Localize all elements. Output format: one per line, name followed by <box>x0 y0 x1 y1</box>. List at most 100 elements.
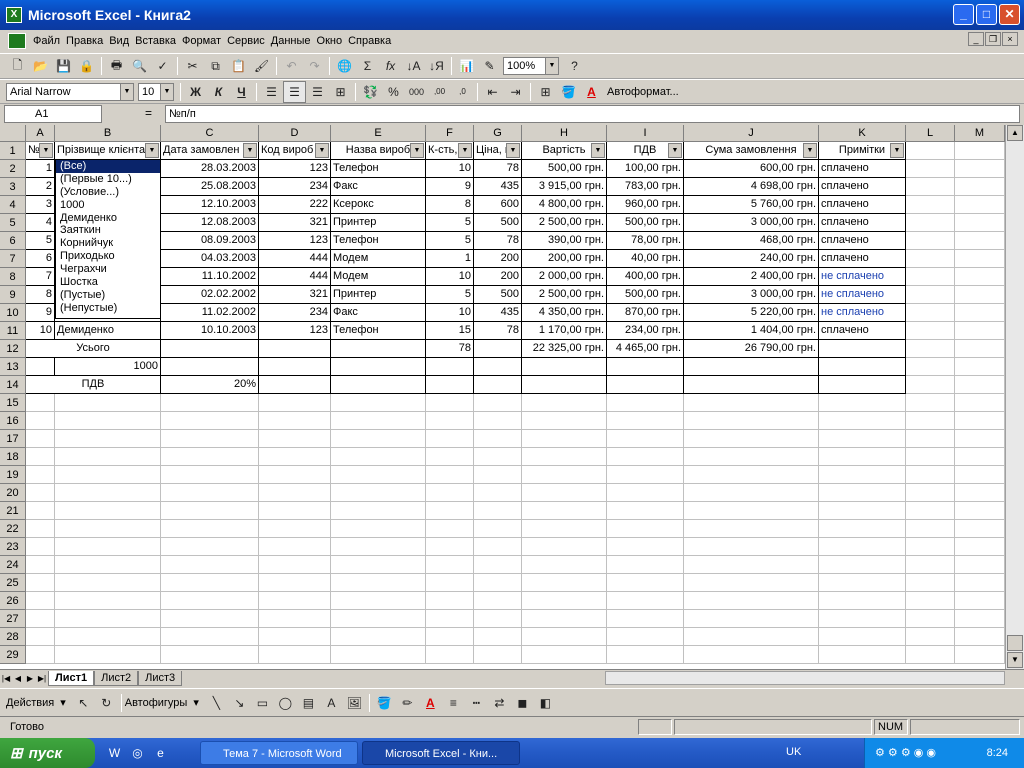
size-select[interactable]: 10 ▼ <box>138 82 174 101</box>
table-cell[interactable]: 435 <box>474 304 522 322</box>
table-cell[interactable]: 10 <box>426 304 474 322</box>
table-cell[interactable]: 100,00 грн. <box>607 160 684 178</box>
table-cell[interactable] <box>161 412 259 430</box>
table-cell[interactable] <box>161 520 259 538</box>
table-cell[interactable]: 78 <box>474 160 522 178</box>
ie-quicklaunch-icon[interactable]: e <box>149 742 172 764</box>
table-cell[interactable] <box>474 520 522 538</box>
row-header[interactable]: 25 <box>0 574 26 592</box>
table-cell[interactable] <box>259 376 331 394</box>
column-header[interactable]: K <box>819 125 906 142</box>
table-cell[interactable]: не сплачено <box>819 286 906 304</box>
close-button[interactable]: ✕ <box>999 4 1020 25</box>
table-cell[interactable]: сплачено <box>819 322 906 340</box>
table-cell[interactable]: 500,00 грн. <box>607 214 684 232</box>
table-cell[interactable] <box>161 646 259 664</box>
table-cell[interactable] <box>331 466 426 484</box>
row-header[interactable]: 7 <box>0 250 26 268</box>
table-cell[interactable] <box>426 628 474 646</box>
table-cell[interactable] <box>906 232 955 250</box>
filter-button[interactable]: ▼ <box>668 143 682 158</box>
prev-sheet-icon[interactable]: ◀ <box>12 672 24 685</box>
table-cell[interactable] <box>161 502 259 520</box>
table-cell[interactable] <box>26 520 55 538</box>
table-cell[interactable] <box>906 196 955 214</box>
table-cell[interactable] <box>331 628 426 646</box>
line-style-icon[interactable]: ≡ <box>442 692 465 714</box>
table-cell[interactable] <box>426 520 474 538</box>
row-header[interactable]: 24 <box>0 556 26 574</box>
table-cell[interactable] <box>684 502 819 520</box>
table-cell[interactable] <box>906 142 955 160</box>
row-header[interactable]: 1 <box>0 142 26 160</box>
table-header-cell[interactable]: Ціна, г ▼ <box>474 142 522 160</box>
table-cell[interactable]: 500,00 грн. <box>522 160 607 178</box>
table-cell[interactable] <box>259 412 331 430</box>
table-cell[interactable] <box>474 610 522 628</box>
percent-icon[interactable]: % <box>382 81 405 103</box>
table-cell[interactable] <box>259 610 331 628</box>
line-color-icon[interactable]: ✏ <box>396 692 419 714</box>
filter-button[interactable]: ▼ <box>315 143 329 158</box>
table-cell[interactable] <box>161 610 259 628</box>
drawing-icon[interactable]: ✎ <box>478 55 501 77</box>
table-cell[interactable] <box>522 484 607 502</box>
table-cell[interactable] <box>684 592 819 610</box>
column-header[interactable]: G <box>474 125 522 142</box>
table-cell[interactable]: Модем <box>331 250 426 268</box>
table-cell[interactable]: 1 404,00 грн. <box>684 322 819 340</box>
column-header[interactable]: H <box>522 125 607 142</box>
table-cell[interactable] <box>955 556 1005 574</box>
table-cell[interactable] <box>161 574 259 592</box>
row-header[interactable]: 9 <box>0 286 26 304</box>
table-cell[interactable] <box>259 466 331 484</box>
table-cell[interactable]: 600,00 грн. <box>684 160 819 178</box>
table-cell[interactable] <box>955 214 1005 232</box>
thousands-icon[interactable]: 000 <box>405 81 428 103</box>
table-cell[interactable] <box>474 592 522 610</box>
table-cell[interactable]: 783,00 грн. <box>607 178 684 196</box>
table-cell[interactable] <box>819 376 906 394</box>
table-cell[interactable] <box>161 340 259 358</box>
table-cell[interactable] <box>426 358 474 376</box>
filter-button[interactable]: ▼ <box>39 143 53 158</box>
table-cell[interactable]: 02.02.2002 <box>161 286 259 304</box>
table-cell[interactable] <box>331 520 426 538</box>
column-header[interactable]: L <box>906 125 955 142</box>
table-cell[interactable] <box>819 556 906 574</box>
filter-option[interactable]: Корнийчук <box>56 237 160 250</box>
table-cell[interactable] <box>955 502 1005 520</box>
table-cell[interactable] <box>906 358 955 376</box>
table-cell[interactable] <box>819 502 906 520</box>
filter-option[interactable]: (Все) <box>56 160 160 173</box>
table-cell[interactable]: 40,00 грн. <box>607 250 684 268</box>
table-cell[interactable] <box>55 448 161 466</box>
language-indicator[interactable]: UK <box>786 746 801 758</box>
table-cell[interactable]: 10 <box>426 268 474 286</box>
new-icon[interactable]: 🗋 <box>6 55 29 77</box>
table-cell[interactable] <box>474 430 522 448</box>
table-cell[interactable] <box>26 628 55 646</box>
row-header[interactable]: 29 <box>0 646 26 664</box>
table-cell[interactable] <box>906 502 955 520</box>
table-cell[interactable]: 390,00 грн. <box>522 232 607 250</box>
menu-tools[interactable]: Сервис <box>224 35 268 47</box>
table-cell[interactable] <box>906 268 955 286</box>
table-cell[interactable]: 5 <box>26 232 55 250</box>
table-cell[interactable] <box>474 448 522 466</box>
table-cell[interactable]: 3 <box>26 196 55 214</box>
table-cell[interactable] <box>607 610 684 628</box>
table-cell[interactable] <box>55 610 161 628</box>
3d-icon[interactable]: ◧ <box>534 692 557 714</box>
table-cell[interactable] <box>474 646 522 664</box>
table-cell[interactable]: 1 <box>426 250 474 268</box>
table-cell[interactable] <box>607 394 684 412</box>
table-cell[interactable]: 08.09.2003 <box>161 232 259 250</box>
table-cell[interactable] <box>607 628 684 646</box>
row-header[interactable]: 14 <box>0 376 26 394</box>
table-cell[interactable] <box>906 592 955 610</box>
table-cell[interactable]: 7 <box>26 268 55 286</box>
table-cell[interactable] <box>259 520 331 538</box>
row-header[interactable]: 16 <box>0 412 26 430</box>
table-cell[interactable] <box>684 466 819 484</box>
